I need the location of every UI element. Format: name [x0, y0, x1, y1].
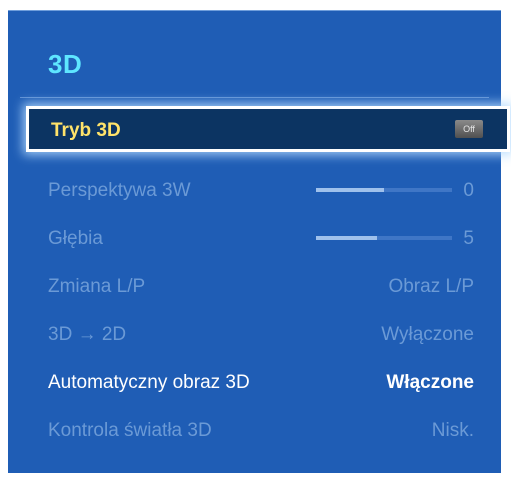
menu-item-label: Perspektywa 3W	[48, 180, 191, 201]
menu-item-3d-perspective[interactable]: Perspektywa 3W 0	[34, 166, 500, 214]
menu-item-label: 3D → 2D	[48, 324, 127, 345]
menu-item-3d-light-control[interactable]: Kontrola światła 3D Nisk.	[34, 406, 500, 454]
depth-slider[interactable]	[316, 236, 452, 240]
menu-item-value: Włączone	[386, 372, 474, 393]
menu-item-label: Automatyczny obraz 3D	[48, 372, 250, 393]
menu-item-auto-3d[interactable]: Automatyczny obraz 3D Włączone	[34, 358, 500, 406]
menu-item-label: Głębia	[48, 228, 103, 249]
menu-item-value: Obraz L/P	[388, 276, 474, 297]
title-divider	[20, 97, 489, 98]
menu-item-label: Zmiana L/P	[48, 276, 146, 297]
menu-item-lr-change[interactable]: Zmiana L/P Obraz L/P	[34, 262, 500, 310]
menu-title: 3D	[48, 49, 83, 79]
menu-item-value: Wyłączone	[381, 324, 474, 345]
menu-item-value: Nisk.	[431, 420, 474, 441]
menu-item-label: Tryb 3D	[51, 120, 121, 141]
3d-settings-panel: 3D Tryb 3D Off Perspektywa 3W 0 Głębia 5…	[8, 10, 510, 473]
menu-item-depth[interactable]: Głębia 5	[34, 214, 500, 262]
menu-item-value: 0	[463, 180, 474, 201]
menu-item-3d-mode[interactable]: Tryb 3D Off	[26, 106, 510, 152]
perspective-slider-fill	[316, 188, 384, 192]
menu-item-value: 5	[463, 228, 474, 249]
menu-item-label: Kontrola światła 3D	[48, 420, 212, 441]
off-toggle-badge: Off	[455, 120, 483, 138]
menu-item-3d-to-2d[interactable]: 3D → 2D Wyłączone	[34, 310, 500, 358]
perspective-slider[interactable]	[316, 188, 452, 192]
depth-slider-fill	[316, 236, 378, 240]
